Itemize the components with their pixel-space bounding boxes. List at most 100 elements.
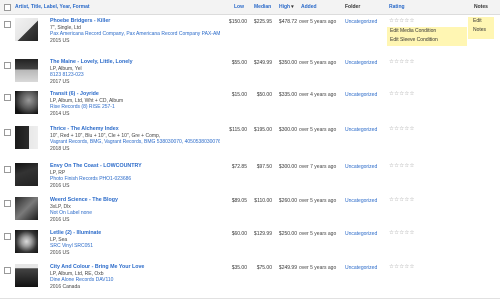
release-year-country: 2017 US <box>50 79 70 86</box>
folder-link[interactable]: Uncategorized <box>345 19 377 25</box>
release-cover-image[interactable] <box>15 59 38 82</box>
edit-sleeve-condition-link[interactable]: Edit Sleeve Condition <box>387 36 467 45</box>
folder-link[interactable]: Uncategorized <box>345 92 377 98</box>
release-label-link[interactable]: Rise Records (8) RISE 257-1 <box>50 104 220 111</box>
release-cover-image[interactable] <box>15 91 38 114</box>
price-high: $300.00 <box>278 164 297 170</box>
rating-stars[interactable]: ☆☆☆☆☆ <box>389 126 415 132</box>
release-format: LP, Album, Ltd, Wht + CD, Album <box>50 97 124 104</box>
notes-panel: Edit Notes <box>468 17 494 39</box>
date-added: over 5 years ago <box>299 198 337 204</box>
header-added[interactable]: Added <box>301 4 317 10</box>
rating-stars[interactable]: ☆☆☆☆☆ <box>389 264 415 270</box>
folder-link[interactable]: Uncategorized <box>345 164 377 170</box>
release-cover-image[interactable] <box>15 230 38 253</box>
release-format: 10", Red + 10", Blu + 10", Cle + 10", Gr… <box>50 132 161 139</box>
folder-link[interactable]: Uncategorized <box>345 60 377 66</box>
row-checkbox[interactable] <box>4 200 11 207</box>
header-main[interactable]: Artist, Title, Label, Year, Format <box>15 4 90 10</box>
release-label-link[interactable]: SRC Vinyl SRC051 <box>50 243 220 250</box>
release-cover-image[interactable] <box>15 264 38 287</box>
header-folder: Folder <box>345 4 361 10</box>
release-year-country: 2018 US <box>50 146 70 153</box>
date-added: over 5 years ago <box>299 60 337 66</box>
price-high: $260.00 <box>278 198 297 204</box>
price-high: $300.00 <box>278 127 297 133</box>
release-label-link[interactable]: Pax Americana Record Company, Pax Americ… <box>50 31 220 38</box>
table-row: The Maine - Lovely, Little, Lonely LP, Al… <box>0 56 500 89</box>
release-details: Phoebe Bridgers - Killer 7", Single, Ltd P… <box>50 18 220 45</box>
release-cover-image[interactable] <box>15 126 38 149</box>
table-row: Thrice - The Alchemy Index 10", Red + 10"… <box>0 123 500 161</box>
table-row: Weerd Science - The Blogy 3xLP, Dlx Not On… <box>0 194 500 228</box>
table-row: Letlie (2) - Illuminate LP, Sea SRC Vinyl … <box>0 227 500 262</box>
release-title-link[interactable]: Thrice - The Alchemy Index <box>50 126 220 133</box>
release-label-link[interactable]: 8123 8123-023 <box>50 72 220 79</box>
row-checkbox[interactable] <box>4 166 11 173</box>
date-added: over 5 years ago <box>299 19 337 25</box>
folder-link[interactable]: Uncategorized <box>345 198 377 204</box>
header-median[interactable]: Median <box>254 4 271 10</box>
row-checkbox[interactable] <box>4 267 11 274</box>
rating-stars[interactable]: ☆☆☆☆☆ <box>389 91 415 97</box>
price-high: $249.99 <box>278 265 297 271</box>
release-details: Envy On The Coast - LOWCOUNTRY LP, RP Phot… <box>50 163 220 190</box>
rating-stars[interactable]: ☆☆☆☆☆ <box>389 18 415 24</box>
release-title-link[interactable]: City And Colour - Bring Me Your Love <box>50 264 220 271</box>
release-details: Transit (6) - Joyride LP, Album, Ltd, Wht… <box>50 91 220 118</box>
row-checkbox[interactable] <box>4 62 11 69</box>
row-checkbox[interactable] <box>4 129 11 136</box>
release-cover-image[interactable] <box>15 163 38 186</box>
row-checkbox[interactable] <box>4 233 11 240</box>
table-row: Transit (6) - Joyride LP, Album, Ltd, Wht… <box>0 88 500 124</box>
release-title-link[interactable]: Transit (6) - Joyride <box>50 91 220 98</box>
release-title-link[interactable]: Weerd Science - The Blogy <box>50 197 220 204</box>
release-label-link[interactable]: Vagrant Records, BMG, Vagrant Records, B… <box>50 139 220 146</box>
release-title-link[interactable]: Envy On The Coast - LOWCOUNTRY <box>50 163 220 170</box>
release-label-link[interactable]: Photo Finish Records PHO1-023686 <box>50 176 220 183</box>
release-details: Letlie (2) - Illuminate LP, Sea SRC Vinyl … <box>50 230 220 257</box>
date-added: over 5 years ago <box>299 265 337 271</box>
release-title-link[interactable]: The Maine - Lovely, Little, Lonely <box>50 59 220 66</box>
folder-link[interactable]: Uncategorized <box>345 265 377 271</box>
release-year-country: 2016 US <box>50 183 70 190</box>
date-added: over 7 years ago <box>299 164 337 170</box>
release-cover-image[interactable] <box>15 197 38 220</box>
folder-link[interactable]: Uncategorized <box>345 127 377 133</box>
folder-link[interactable]: Uncategorized <box>345 231 377 237</box>
release-format: 7", Single, Ltd <box>50 24 81 31</box>
price-high: $335.00 <box>278 92 297 98</box>
notes-text[interactable]: Notes <box>468 26 494 35</box>
release-format: LP, Album, Yel <box>50 65 82 72</box>
row-checkbox[interactable] <box>4 94 11 101</box>
header-rating[interactable]: Rating <box>389 4 405 10</box>
release-label-link[interactable]: Not On Label none <box>50 210 220 217</box>
rating-stars[interactable]: ☆☆☆☆☆ <box>389 197 415 203</box>
header-low[interactable]: Low <box>234 4 244 10</box>
release-format: LP, Album, Ltd, RE, Oxb <box>50 270 104 277</box>
release-year-country: 2016 US <box>50 217 70 224</box>
notes-edit-link[interactable]: Edit <box>468 17 494 26</box>
release-cover-image[interactable] <box>15 18 38 41</box>
table-row: City And Colour - Bring Me Your Love LP, … <box>0 261 500 299</box>
header-high-label: High <box>279 4 291 10</box>
release-label-link[interactable]: Dine Alone Records DAV110 <box>50 277 220 284</box>
date-added: over 4 years ago <box>299 92 337 98</box>
date-added: over 5 years ago <box>299 231 337 237</box>
table-row: Envy On The Coast - LOWCOUNTRY LP, RP Phot… <box>0 160 500 195</box>
release-format: LP, RP <box>50 169 66 176</box>
rating-stars[interactable]: ☆☆☆☆☆ <box>389 59 415 65</box>
release-title-link[interactable]: Letlie (2) - Illuminate <box>50 230 220 237</box>
rating-stars[interactable]: ☆☆☆☆☆ <box>389 230 415 236</box>
release-year-country: 2016 US <box>50 250 70 257</box>
condition-editor: Edit Media Condition Edit Sleeve Conditio… <box>387 27 467 46</box>
row-checkbox[interactable] <box>4 21 11 28</box>
select-all-checkbox[interactable] <box>4 4 11 11</box>
release-details: Weerd Science - The Blogy 3xLP, Dlx Not On… <box>50 197 220 224</box>
release-format: 3xLP, Dlx <box>50 203 71 210</box>
header-high[interactable]: High▾ <box>279 4 294 10</box>
rating-stars[interactable]: ☆☆☆☆☆ <box>389 163 415 169</box>
collection-table: Artist, Title, Label, Year, Format Low M… <box>0 0 500 299</box>
release-title-link[interactable]: Phoebe Bridgers - Killer <box>50 18 220 25</box>
edit-media-condition-link[interactable]: Edit Media Condition <box>387 27 467 36</box>
